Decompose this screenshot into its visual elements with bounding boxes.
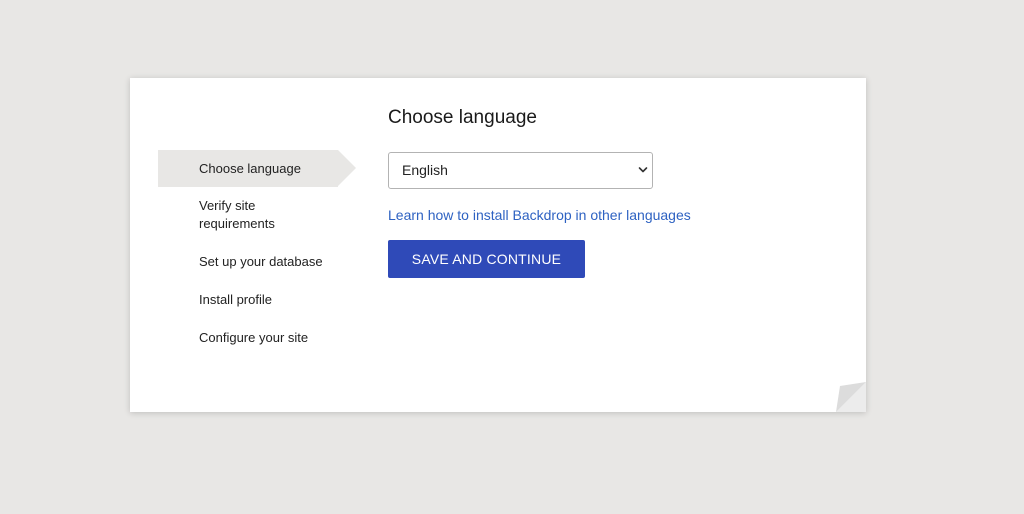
step-label: Choose language	[199, 160, 301, 176]
step-label: Install profile	[199, 292, 272, 307]
step-install-profile: Install profile	[158, 291, 358, 309]
step-choose-language: Choose language	[158, 150, 356, 187]
install-steps: Choose language Verify site requirements…	[158, 150, 358, 347]
installer-card: Choose language Verify site requirements…	[130, 78, 866, 412]
page-title: Choose language	[388, 107, 537, 128]
install-other-languages-link[interactable]: Learn how to install Backdrop in other l…	[388, 206, 691, 224]
step-label: Set up your database	[199, 254, 323, 269]
save-and-continue-button[interactable]: SAVE AND CONTINUE	[388, 240, 585, 278]
chevron-down-icon	[638, 167, 648, 173]
step-configure-site: Configure your site	[158, 329, 358, 347]
language-select[interactable]: English	[388, 152, 653, 189]
step-label: Configure your site	[199, 330, 309, 345]
step-label: Verify site requirements	[199, 198, 275, 231]
step-verify-requirements: Verify site requirements	[158, 197, 319, 233]
step-database: Set up your database	[158, 253, 358, 271]
main-content: Choose language English Learn how to ins…	[388, 106, 828, 278]
page-curl-icon	[836, 382, 866, 412]
language-select-value: English	[402, 162, 448, 178]
